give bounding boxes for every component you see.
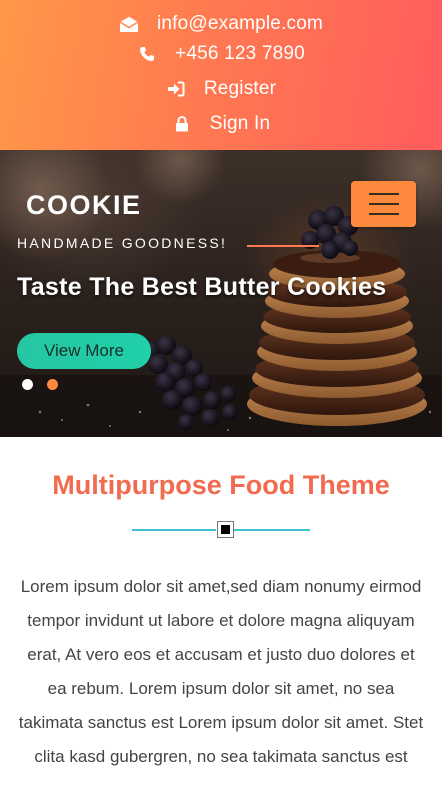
hamburger-icon (368, 193, 399, 195)
envelope-icon (119, 14, 139, 34)
email-row[interactable]: info@example.com (0, 10, 442, 38)
section-body-text: Lorem ipsum dolor sit amet,sed diam nonu… (18, 577, 424, 766)
hero-slider[interactable]: COOKIE HANDMADE GOODNESS! Taste The Best… (0, 150, 442, 437)
lock-icon (172, 114, 192, 134)
signin-row[interactable]: Sign In (0, 110, 442, 138)
phone-link[interactable]: +456 123 7890 (175, 43, 305, 65)
top-contact-bar: info@example.com +456 123 7890 Register … (0, 0, 442, 150)
slider-dot-2[interactable] (47, 379, 58, 390)
phone-row[interactable]: +456 123 7890 (0, 40, 442, 68)
phone-icon (137, 44, 157, 64)
signin-link[interactable]: Sign In (210, 113, 271, 135)
hero-tagline: HANDMADE GOODNESS! (17, 235, 228, 251)
tagline-underline (247, 245, 319, 247)
slider-dots (22, 379, 72, 390)
slider-dot-1[interactable] (22, 379, 33, 390)
section-title: Multipurpose Food Theme (52, 470, 390, 500)
divider-square-icon (217, 521, 234, 538)
view-more-button[interactable]: View More (17, 333, 151, 369)
hamburger-menu-button[interactable] (351, 181, 416, 227)
title-divider (132, 520, 310, 540)
sign-in-arrow-icon (166, 79, 186, 99)
email-link[interactable]: info@example.com (157, 13, 323, 35)
register-row[interactable]: Register (0, 75, 442, 103)
brand-logo[interactable]: COOKIE (26, 190, 142, 221)
register-link[interactable]: Register (204, 78, 276, 100)
hero-title: Taste The Best Butter Cookies (17, 273, 387, 301)
